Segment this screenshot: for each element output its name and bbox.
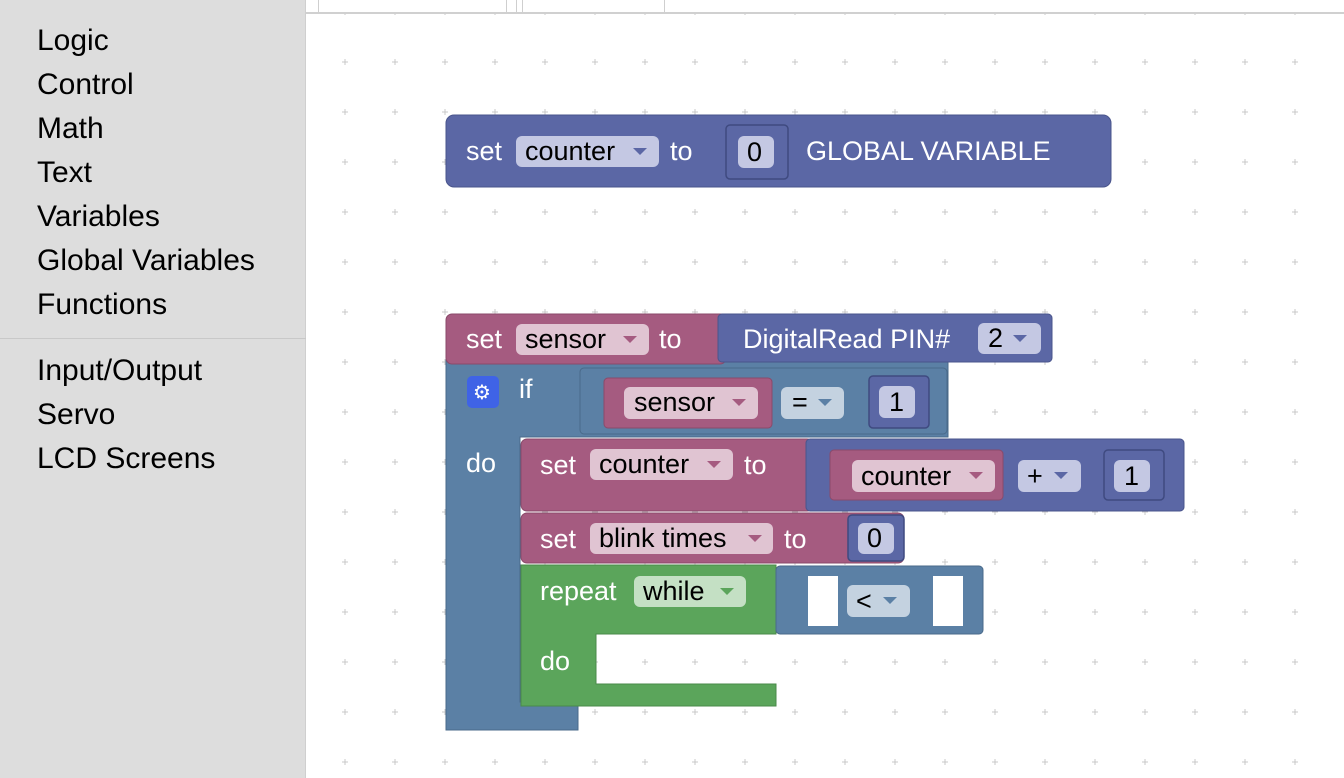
pin-value: 2: [988, 323, 1003, 353]
block-canvas: set counter to 0 GLOBAL VARIABLE ⚙ if do: [445, 114, 1185, 731]
compare-var-name: sensor: [634, 387, 715, 417]
sensor-set-label: set: [466, 324, 503, 354]
arith-value[interactable]: 1: [1124, 461, 1139, 491]
blink-value-number-block[interactable]: 0: [847, 514, 905, 562]
category-text[interactable]: Text: [37, 156, 92, 190]
empty-input-left[interactable]: [808, 576, 838, 626]
compare-op-dropdown[interactable]: =: [781, 387, 844, 419]
repeat-compare-block[interactable]: <: [775, 565, 984, 635]
compare-var-block[interactable]: sensor: [603, 377, 773, 429]
global-variable-label: GLOBAL VARIABLE: [806, 136, 1051, 166]
category-input-output[interactable]: Input/Output: [37, 354, 202, 388]
sensor-to-label: to: [659, 324, 682, 354]
arith-var-name: counter: [861, 461, 951, 491]
counter-to-label: to: [744, 450, 767, 480]
compare-block[interactable]: sensor = 1: [579, 367, 948, 435]
workspace[interactable]: set counter to 0 GLOBAL VARIABLE ⚙ if do: [306, 0, 1344, 778]
category-servo[interactable]: Servo: [37, 398, 115, 432]
blink-set-label: set: [540, 524, 577, 554]
blink-to-label: to: [784, 524, 807, 554]
sensor-var-dropdown[interactable]: sensor: [516, 324, 649, 355]
sensor-set-block[interactable]: set sensor to DigitalRead PIN# 2: [445, 313, 1053, 365]
repeat-while-block[interactable]: repeat while do <: [520, 564, 984, 707]
arithmetic-block[interactable]: counter + 1: [805, 438, 1185, 512]
counter-set-label: set: [540, 450, 577, 480]
category-lcd-screens[interactable]: LCD Screens: [37, 442, 215, 476]
global-var-name: counter: [525, 136, 615, 166]
category-global-variables[interactable]: Global Variables: [37, 244, 255, 278]
category-variables[interactable]: Variables: [37, 200, 160, 234]
if-do-label: do: [466, 448, 496, 478]
global-to-label: to: [670, 136, 693, 166]
category-control[interactable]: Control: [37, 68, 134, 102]
repeat-compare-op: <: [856, 586, 872, 616]
arith-value-number-block[interactable]: 1: [1103, 449, 1165, 501]
blink-var-dropdown[interactable]: blink times: [590, 523, 773, 554]
global-var-dropdown[interactable]: counter: [516, 136, 659, 167]
if-mutator-button[interactable]: ⚙: [467, 376, 499, 408]
blink-value[interactable]: 0: [867, 523, 882, 553]
digital-read-block[interactable]: DigitalRead PIN# 2: [717, 313, 1053, 363]
arith-var-block[interactable]: counter: [829, 449, 1004, 501]
global-set-label: set: [466, 136, 503, 166]
digital-read-label: DigitalRead PIN#: [743, 324, 950, 354]
sensor-var-name: sensor: [525, 324, 606, 354]
global-variable-block[interactable]: set counter to 0 GLOBAL VARIABLE: [445, 114, 1112, 188]
toolbox-separator: [0, 338, 306, 339]
counter-var-name: counter: [599, 449, 689, 479]
counter-set-block[interactable]: set counter to counter + 1: [520, 438, 1185, 512]
repeat-compare-op-dropdown[interactable]: <: [847, 585, 910, 617]
blink-set-block[interactable]: set blink times to 0: [520, 512, 905, 564]
arith-op: +: [1027, 461, 1043, 491]
repeat-do-label: do: [540, 646, 570, 676]
repeat-mode: while: [642, 576, 705, 606]
toolbox: Logic Control Math Text Variables Global…: [0, 0, 306, 778]
category-logic[interactable]: Logic: [37, 24, 109, 58]
category-functions[interactable]: Functions: [37, 288, 167, 322]
gear-icon: ⚙: [473, 380, 491, 404]
empty-input-right[interactable]: [933, 576, 963, 626]
global-value-number-block[interactable]: 0: [725, 124, 789, 180]
category-math[interactable]: Math: [37, 112, 104, 146]
compare-value[interactable]: 1: [889, 387, 904, 417]
if-label: if: [519, 374, 533, 404]
arith-op-dropdown[interactable]: +: [1018, 460, 1081, 492]
repeat-mode-dropdown[interactable]: while: [634, 576, 746, 607]
pin-dropdown[interactable]: 2: [978, 323, 1041, 354]
blink-var-name: blink times: [599, 523, 727, 553]
compare-op: =: [792, 387, 808, 417]
counter-var-dropdown[interactable]: counter: [590, 449, 733, 480]
repeat-label: repeat: [540, 576, 617, 606]
compare-value-number-block[interactable]: 1: [868, 375, 930, 429]
global-value[interactable]: 0: [747, 137, 762, 167]
